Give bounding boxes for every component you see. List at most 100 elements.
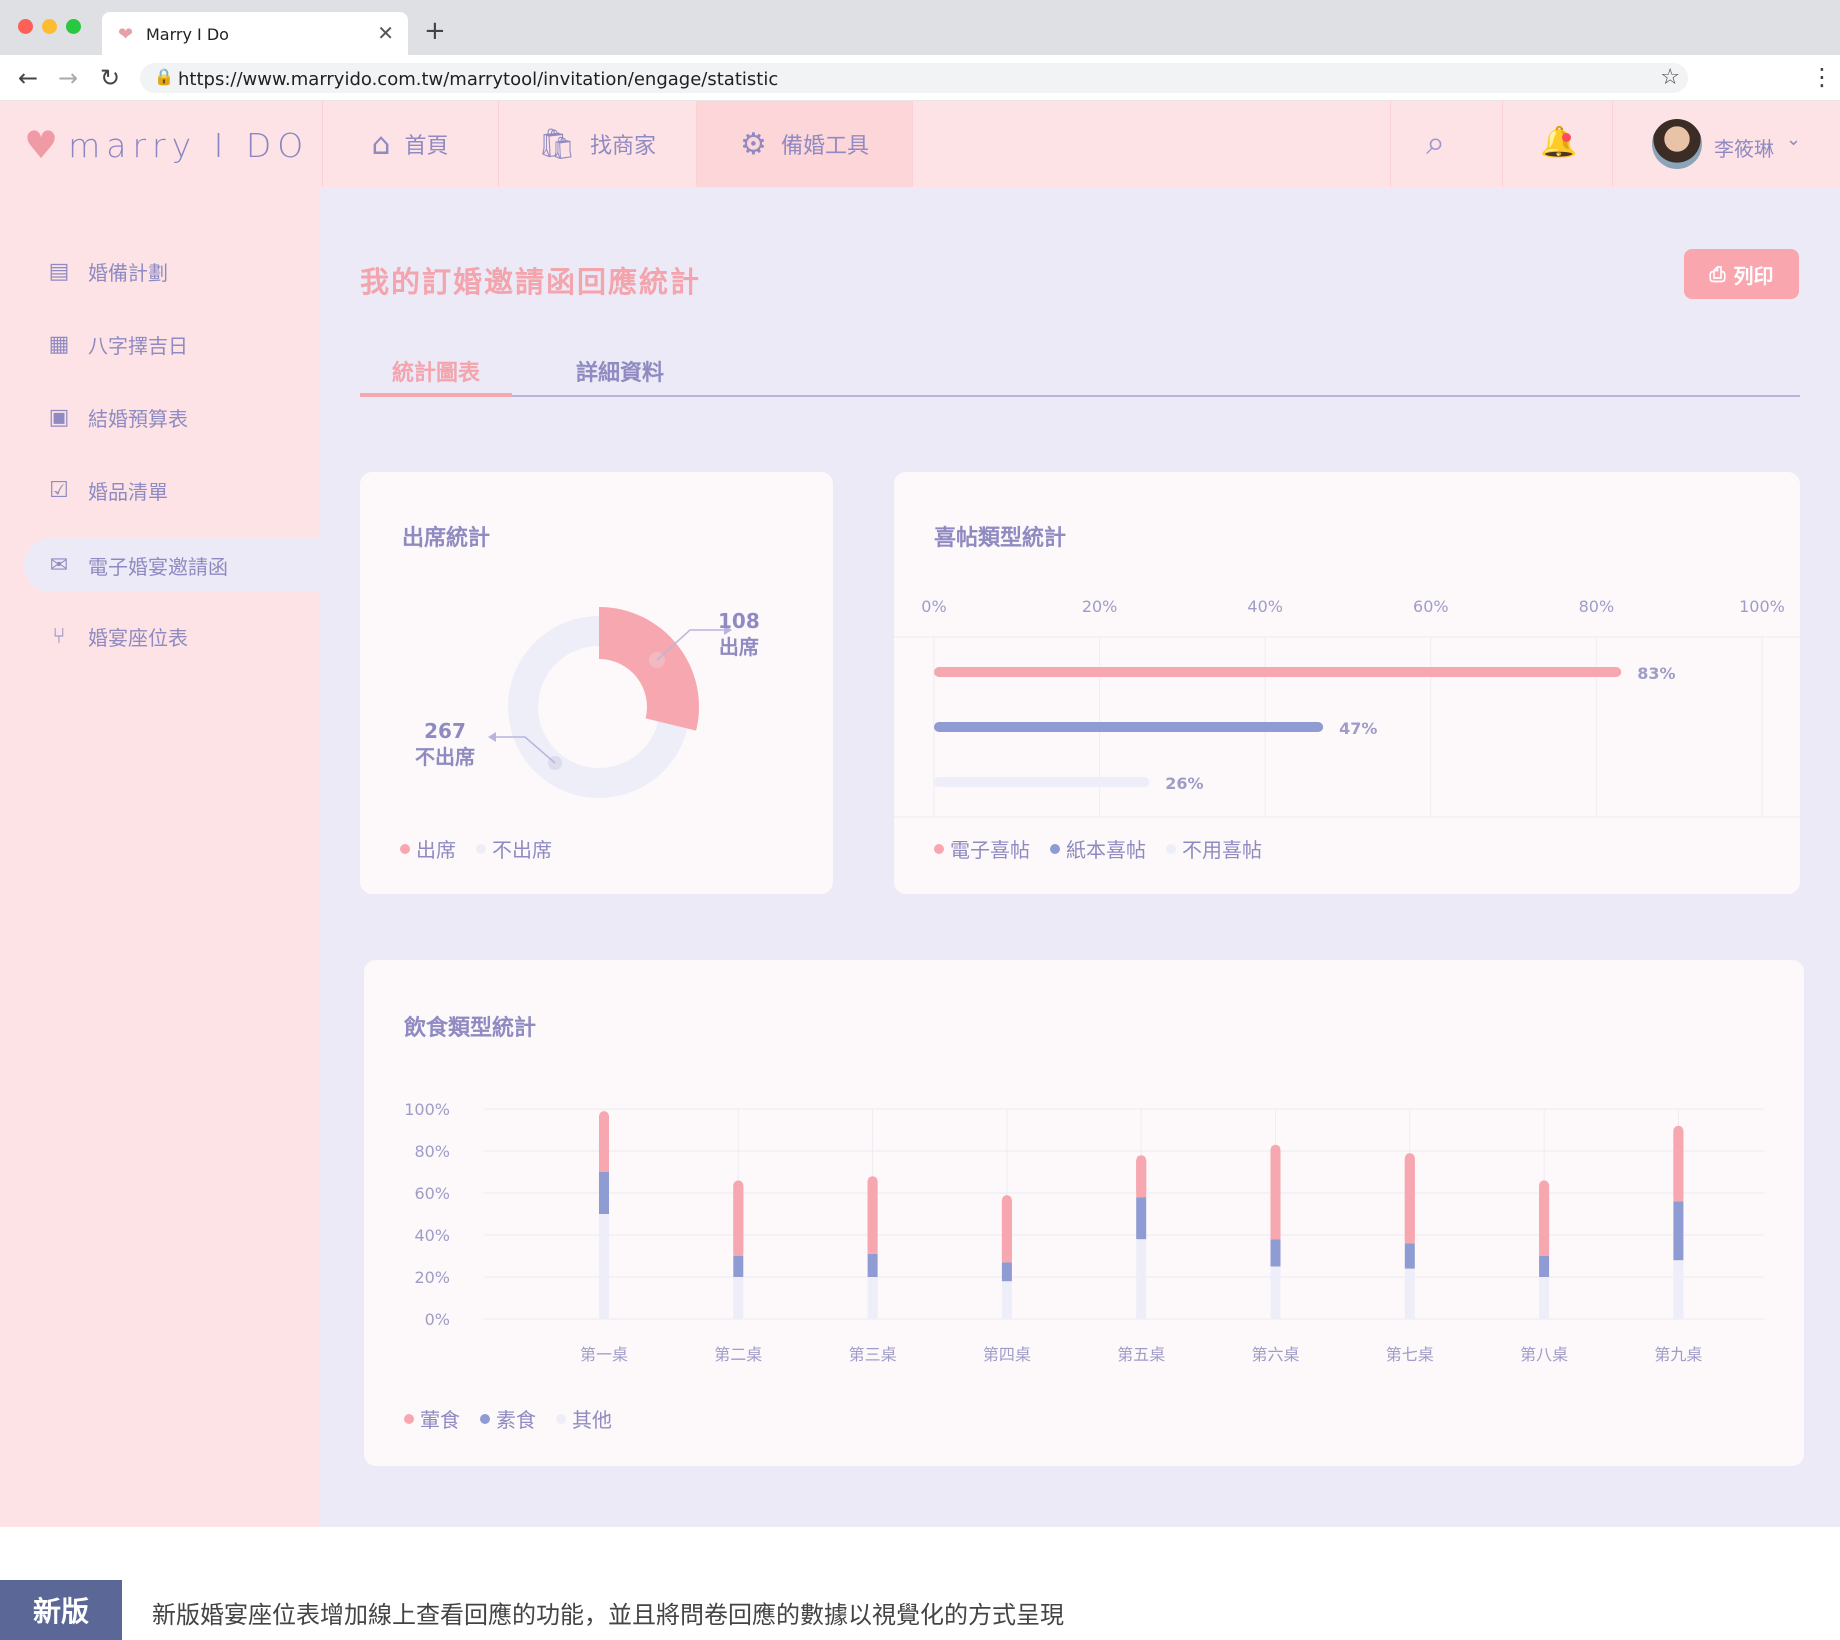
bar-segment: [1404, 1268, 1415, 1319]
gear-icon: ⚙: [740, 126, 767, 162]
avatar[interactable]: [1652, 119, 1702, 169]
bar-segment: [1001, 1262, 1012, 1282]
legend-item-vegetarian: 素食: [480, 1404, 536, 1433]
sidebar-item-label: 婚品清單: [88, 479, 168, 504]
nav-wedding-tools[interactable]: ⚙ 備婚工具: [697, 101, 912, 187]
data-label: 26%: [1165, 774, 1203, 793]
bar-segment: [1673, 1260, 1684, 1319]
user-name[interactable]: 李筱琳: [1714, 133, 1774, 162]
nav-home[interactable]: ⌂ 首頁: [322, 101, 498, 187]
print-button[interactable]: ⎙ 列印: [1684, 249, 1799, 299]
sidebar-item-calendar[interactable]: ▦ 八字擇吉日: [24, 317, 320, 371]
x-tick-label: 40%: [1247, 597, 1283, 616]
url-field[interactable]: 🔒 https://www.marryido.com.tw/marrytool/…: [140, 63, 1688, 93]
seat-icon: ⑂: [52, 623, 66, 649]
attendance-card: 出席統計 108 出席 267 不出席 出席 不出席: [360, 472, 833, 894]
bar-segment: [1404, 1243, 1415, 1269]
close-tab-icon[interactable]: ✕: [377, 21, 394, 45]
bell-icon[interactable]: 🔔: [1540, 125, 1577, 160]
back-arrow-icon[interactable]: ←: [18, 64, 38, 92]
sidebar-item-label: 八字擇吉日: [88, 333, 188, 358]
browser-menu-icon[interactable]: ⋮: [1810, 63, 1834, 91]
site-header: ♥ marry I DO ⌂ 首頁 🛍 找商家 ⚙ 備婚工具 ⌕ 🔔 李筱琳 ⌄: [0, 101, 1840, 187]
absent-callout-label: 不出席: [415, 745, 475, 769]
browser-tab-bar: ❤ Marry I Do ✕ +: [0, 0, 1840, 56]
reload-icon[interactable]: ↻: [100, 64, 120, 92]
nav-find-vendor[interactable]: 🛍 找商家: [498, 101, 696, 187]
legend-item-absent: 不出席: [476, 834, 552, 863]
shop-icon: 🛍: [537, 126, 577, 162]
bar-segment: [1136, 1197, 1147, 1240]
tab-stat-chart[interactable]: 統計圖表: [392, 355, 480, 387]
bar-segment: [1001, 1281, 1012, 1319]
notification-dot: [1562, 133, 1571, 142]
maximize-window-dot[interactable]: [66, 19, 81, 34]
nav-wedding-tools-label: 備婚工具: [780, 134, 869, 159]
tab-detail-data[interactable]: 詳細資料: [576, 355, 664, 387]
invite-type-bar-chart: 0% 20% 40% 60% 80% 100% 83% 47% 26%: [894, 597, 1800, 818]
sidebar-item-seating[interactable]: ⑂ 婚宴座位表: [24, 609, 320, 663]
browser-tab-title: Marry I Do: [146, 25, 229, 44]
bar-segment: [1270, 1266, 1281, 1319]
data-label: 47%: [1339, 719, 1377, 738]
sidebar-item-plan[interactable]: ▤ 婚備計劃: [24, 244, 320, 298]
new-tab-button[interactable]: +: [424, 16, 446, 46]
attend-callout-label: 出席: [718, 635, 759, 659]
bar-segment: [1539, 1277, 1550, 1319]
x-tick-label: 第八桌: [1520, 1345, 1568, 1364]
search-icon[interactable]: ⌕: [1426, 123, 1445, 163]
bar-segment: [1539, 1256, 1550, 1277]
sidebar-item-label: 婚備計劃: [88, 260, 168, 285]
sidebar-item-budget[interactable]: ▣ 結婚預算表: [24, 390, 320, 444]
browser-tab[interactable]: ❤ Marry I Do ✕: [102, 12, 408, 56]
x-tick-label: 第二桌: [714, 1345, 762, 1364]
sidebar-item-invitation[interactable]: ✉ 電子婚宴邀請函: [24, 538, 320, 592]
y-tick-label: 100%: [404, 1100, 450, 1119]
attend-callout: 108 出席: [718, 608, 760, 660]
x-tick-label: 第三桌: [849, 1345, 897, 1364]
bar-segment: [1673, 1201, 1684, 1261]
close-window-dot[interactable]: [18, 19, 33, 34]
y-tick-label: 80%: [414, 1142, 450, 1161]
invite-type-legend: 電子喜帖 紙本喜帖 不用喜帖: [934, 834, 1276, 863]
sidebar-item-label: 電子婚宴邀請函: [88, 554, 228, 579]
screen: ❤ Marry I Do ✕ + ← → ↻ 🔒 https://www.mar…: [0, 0, 1840, 1640]
attendance-legend: 出席 不出席: [400, 834, 566, 863]
bar-segment-fill: [1270, 1149, 1281, 1240]
tab-bar: 統計圖表 詳細資料: [360, 347, 1800, 397]
page-title: 我的訂婚邀請函回應統計: [360, 265, 702, 299]
legend-item-other: 其他: [556, 1404, 612, 1433]
caption-text: 新版婚宴座位表增加線上查看回應的功能，並且將問卷回應的數據以視覺化的方式呈現: [152, 1601, 1064, 1629]
bar-segment: [733, 1256, 744, 1277]
bar-segment: [867, 1253, 878, 1277]
bar-segment-fill: [867, 1181, 878, 1254]
x-tick-label: 第五桌: [1117, 1345, 1165, 1364]
y-tick-label: 20%: [414, 1268, 450, 1287]
bar-segment-fill: [599, 1116, 609, 1172]
calendar-icon: ▦: [48, 331, 70, 357]
nav-find-vendor-label: 找商家: [590, 134, 657, 159]
legend-item-attend: 出席: [400, 834, 456, 863]
attend-count: 108: [718, 609, 760, 633]
diet-card: 飲食類型統計 0% 20% 40% 60% 80% 100% 第一桌 第二桌 第三桌 第四桌 第五桌…: [364, 960, 1804, 1466]
minimize-window-dot[interactable]: [42, 19, 57, 34]
lock-icon: 🔒: [154, 67, 174, 86]
home-icon: ⌂: [371, 126, 391, 162]
forward-arrow-icon[interactable]: →: [58, 64, 78, 92]
x-tick-label: 第四桌: [983, 1345, 1031, 1364]
sidebar: ▤ 婚備計劃 ▦ 八字擇吉日 ▣ 結婚預算表 ☑ 婚品清單 ✉ 電子婚宴邀請函 …: [0, 187, 320, 1527]
x-tick-label: 80%: [1579, 597, 1615, 616]
data-label: 83%: [1637, 664, 1675, 683]
bar-segment-fill: [733, 1185, 744, 1256]
bar-segment-fill: [1539, 1185, 1550, 1256]
bar-segment: [599, 1214, 609, 1319]
bookmark-star-icon[interactable]: ☆: [1660, 65, 1680, 90]
sidebar-item-checklist[interactable]: ☑ 婚品清單: [24, 463, 320, 517]
x-tick-label: 20%: [1082, 597, 1118, 616]
bar-segment-fill: [1404, 1158, 1415, 1244]
legend-item-no-invite: 不用喜帖: [1166, 834, 1262, 863]
chevron-down-icon[interactable]: ⌄: [1786, 129, 1801, 150]
bar-segment: [867, 1277, 878, 1319]
nav-home-label: 首頁: [404, 134, 449, 159]
logo[interactable]: ♥ marry I DO: [24, 123, 309, 167]
